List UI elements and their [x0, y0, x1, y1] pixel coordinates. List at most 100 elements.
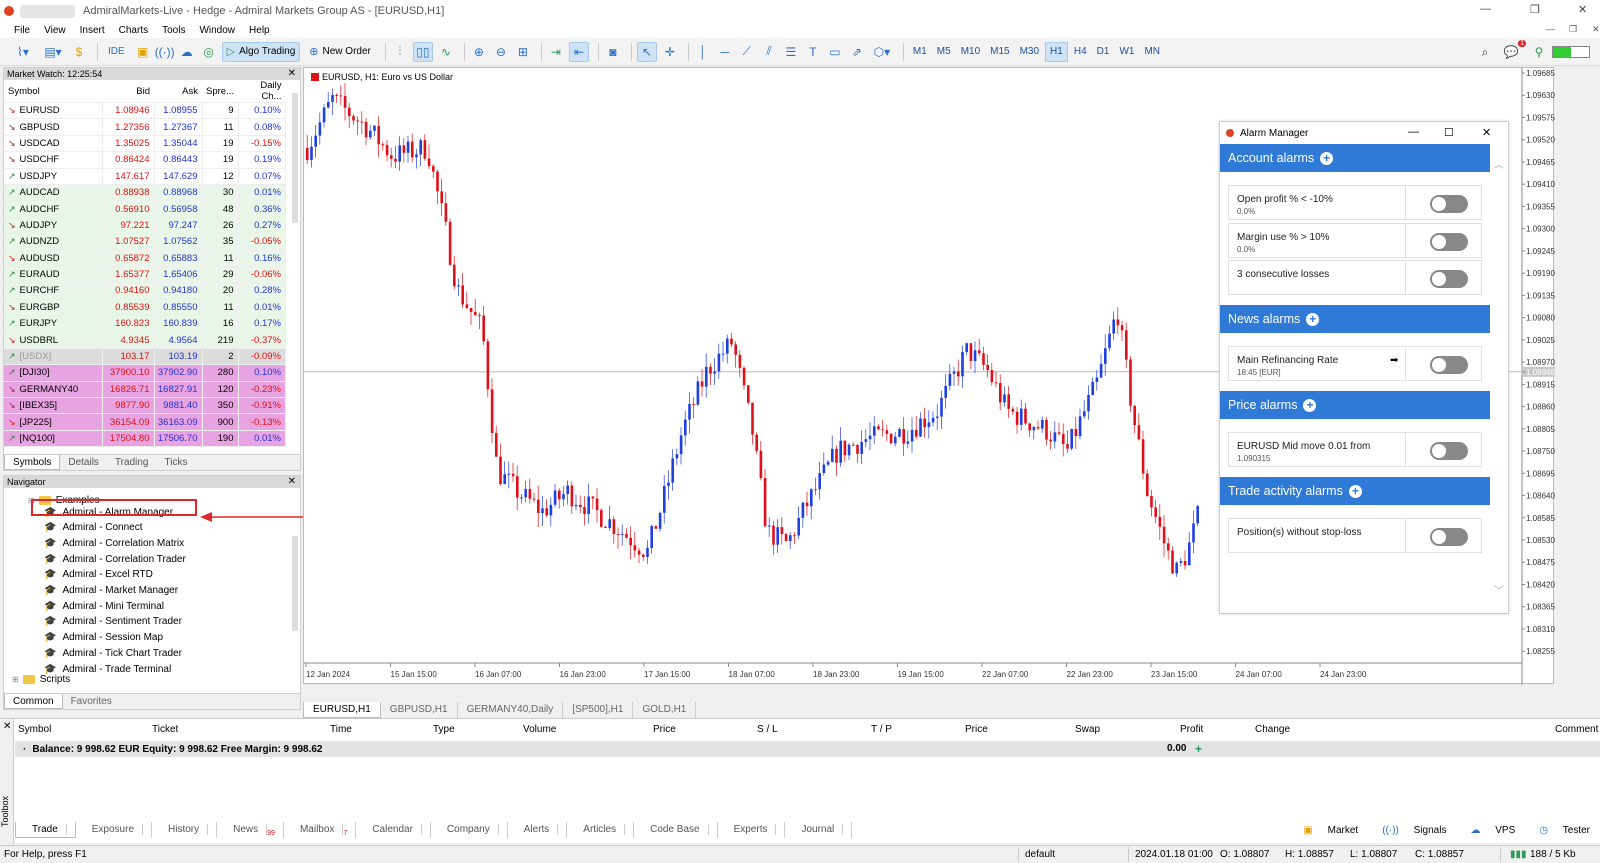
ide-button[interactable]: IDE — [103, 42, 130, 62]
tester-link[interactable]: ◷ Tester — [1527, 825, 1590, 836]
tf-d1[interactable]: D1 — [1093, 42, 1114, 62]
minimize-icon[interactable]: — — [1480, 3, 1491, 15]
trade-col-header[interactable]: Profit — [1180, 724, 1203, 735]
chart-tab[interactable]: EURUSD,H1 — [303, 702, 381, 718]
market-watch-row[interactable]: ↗ [USDX] 103.17 103.19 2 -0.09% — [4, 348, 286, 366]
navigator-item[interactable]: 🎓 Admiral - Market Manager — [44, 584, 178, 598]
market-watch-row[interactable]: ↘ USDCAD 1.35025 1.35044 19 -0.15% — [4, 135, 286, 153]
search-icon[interactable]: ⌕ — [1476, 42, 1494, 62]
menu-charts[interactable]: Charts — [119, 25, 148, 36]
trade-col-header[interactable]: Comment — [1555, 724, 1598, 735]
add-alarm-icon[interactable]: + — [1303, 398, 1317, 412]
navigator-item[interactable]: 🎓 Admiral - Excel RTD — [44, 568, 153, 582]
mdi-minimize-icon[interactable]: — — [1546, 24, 1555, 34]
signals-link[interactable]: ((·)) Signals — [1370, 825, 1446, 836]
zoom-out-icon[interactable]: ⊖ — [492, 42, 510, 62]
alarm-card[interactable]: Main Refinancing Rate 18:45 [EUR] ➡ — [1228, 346, 1482, 381]
trade-col-header[interactable]: Change — [1255, 724, 1290, 735]
crosshair-icon[interactable]: ✛ — [661, 42, 679, 62]
close-icon[interactable]: ✕ — [1482, 126, 1491, 139]
toolbox-tab[interactable]: Company — [431, 822, 508, 838]
chart-tab[interactable]: GOLD,H1 — [633, 702, 697, 718]
chart-type-icon[interactable]: ⌇▾ — [10, 42, 36, 62]
horizontal-line-icon[interactable]: ─ — [716, 42, 734, 62]
zoom-in-icon[interactable]: ⊕ — [470, 42, 488, 62]
tf-h4[interactable]: H4 — [1070, 42, 1091, 62]
candlestick-icon[interactable]: ▯▯ — [412, 41, 433, 62]
vertical-line-icon[interactable]: │ — [694, 42, 712, 62]
line-chart-icon[interactable]: ∿ — [437, 42, 455, 62]
chat-icon[interactable]: 💬 1 — [1500, 40, 1526, 62]
close-icon[interactable]: ✕ — [1578, 3, 1587, 16]
market-watch-row[interactable]: ↗ EURAUD 1.65377 1.65406 29 -0.06% — [4, 266, 286, 284]
menu-file[interactable]: File — [14, 25, 30, 36]
tf-m1[interactable]: M1 — [909, 42, 931, 62]
account-icon[interactable]: ⚲ — [1530, 42, 1548, 62]
alarm-card[interactable]: Position(s) without stop-loss — [1228, 518, 1482, 553]
navigator-item[interactable]: 🎓 Admiral - Mini Terminal — [44, 599, 164, 613]
screenshot-icon[interactable]: ◙ — [604, 42, 622, 62]
trade-col-header[interactable]: Volume — [523, 724, 556, 735]
scripts-folder[interactable]: ⊞ Scripts — [12, 672, 70, 686]
market-watch-row[interactable]: ↗ AUDNZD 1.07527 1.07562 35 -0.05% — [4, 233, 286, 251]
alarm-card[interactable]: EURUSD Mid move 0.01 from 1.090315 — [1228, 432, 1482, 467]
tf-mn[interactable]: MN — [1140, 42, 1164, 62]
market-watch-row[interactable]: ↘ AUDUSD 0.65872 0.65883 11 0.16% — [4, 250, 286, 267]
toolbox-tab[interactable]: News 99 — [217, 822, 284, 838]
alarm-card[interactable]: 3 consecutive losses — [1228, 260, 1482, 295]
mdi-restore-icon[interactable]: ❐ — [1569, 24, 1577, 35]
col-bid[interactable]: Bid — [102, 80, 154, 103]
toolbox-tab[interactable]: Journal — [785, 822, 853, 838]
tab-ticks[interactable]: Ticks — [156, 455, 195, 470]
alarm-toggle[interactable] — [1430, 356, 1468, 374]
add-alarm-icon[interactable]: + — [1348, 484, 1362, 498]
navigator-scrollbar[interactable] — [292, 536, 298, 631]
market-watch-row[interactable]: ↗ [NQ100] 17504.80 17506.70 190 0.01% — [4, 430, 286, 448]
market-watch-row[interactable]: ↘ USDCHF 0.86424 0.86443 19 0.19% — [4, 151, 286, 169]
vps-link[interactable]: ☁ VPS — [1458, 825, 1515, 836]
tf-h1[interactable]: H1 — [1045, 41, 1068, 62]
signal-icon[interactable]: ((·)) — [155, 42, 175, 62]
tab-common[interactable]: Common — [4, 694, 63, 709]
alarm-toggle[interactable] — [1430, 233, 1468, 251]
add-alarm-icon[interactable]: + — [1320, 151, 1334, 165]
toolbox-tab[interactable]: Alerts — [508, 822, 568, 838]
tf-w1[interactable]: W1 — [1115, 42, 1138, 62]
text-icon[interactable]: T — [804, 42, 822, 62]
close-icon[interactable]: ✕ — [288, 68, 296, 80]
alarm-toggle[interactable] — [1430, 195, 1468, 213]
close-icon[interactable]: ✕ — [288, 476, 296, 488]
trade-col-header[interactable]: Price — [965, 724, 988, 735]
menu-window[interactable]: Window — [199, 25, 235, 36]
market-watch-scrollbar[interactable] — [292, 93, 298, 223]
market-watch-row[interactable]: ↗ EURCHF 0.94160 0.94180 20 0.28% — [4, 282, 286, 300]
vps-icon[interactable]: ◎ — [200, 42, 218, 62]
trade-col-header[interactable]: Ticket — [152, 724, 178, 735]
toolbox-tab[interactable]: Mailbox 7 — [284, 822, 357, 838]
algo-trading-button[interactable]: ▷ Algo Trading — [221, 41, 301, 62]
balance-row[interactable]: · Balance: 9 998.62 EUR Equity: 9 998.62 … — [15, 741, 1600, 757]
channel-icon[interactable]: ⫽ — [760, 42, 778, 62]
trade-col-header[interactable]: Price — [653, 724, 676, 735]
tf-m15[interactable]: M15 — [986, 42, 1013, 62]
market-watch-row[interactable]: ↘ EURUSD 1.08946 1.08955 9 0.10% — [4, 102, 286, 120]
briefcase-icon[interactable]: ▣ — [134, 42, 152, 62]
chart-tab[interactable]: GERMANY40,Daily — [458, 702, 564, 718]
trade-col-header[interactable]: S / L — [757, 724, 778, 735]
market-watch-row[interactable]: ↘ USDBRL 4.9345 4.9564 219 -0.37% — [4, 331, 286, 349]
add-icon[interactable]: + — [1195, 742, 1202, 756]
market-watch-row[interactable]: ↗ AUDCHF 0.56910 0.56958 48 0.36% — [4, 200, 286, 218]
chart-shift-icon[interactable]: ⇤ — [568, 41, 589, 62]
alarm-toggle[interactable] — [1430, 528, 1468, 546]
trade-col-header[interactable]: Time — [330, 724, 352, 735]
toolbox-tab[interactable]: Experts — [718, 822, 786, 838]
navigator-item[interactable]: 🎓 Admiral - Correlation Matrix — [44, 536, 184, 550]
market-watch-row[interactable]: ↘ [JP225] 36154.09 36163.09 900 -0.13% — [4, 413, 286, 431]
menu-help[interactable]: Help — [249, 25, 270, 36]
tab-trading[interactable]: Trading — [107, 455, 157, 470]
trade-col-header[interactable]: Type — [433, 724, 455, 735]
mdi-close-icon[interactable]: ✕ — [1592, 24, 1600, 35]
navigator-item[interactable]: 🎓 Admiral - Connect — [44, 521, 142, 535]
alarm-toggle[interactable] — [1430, 270, 1468, 288]
alarm-card[interactable]: Open profit % < -10% 0.0% — [1228, 185, 1482, 220]
